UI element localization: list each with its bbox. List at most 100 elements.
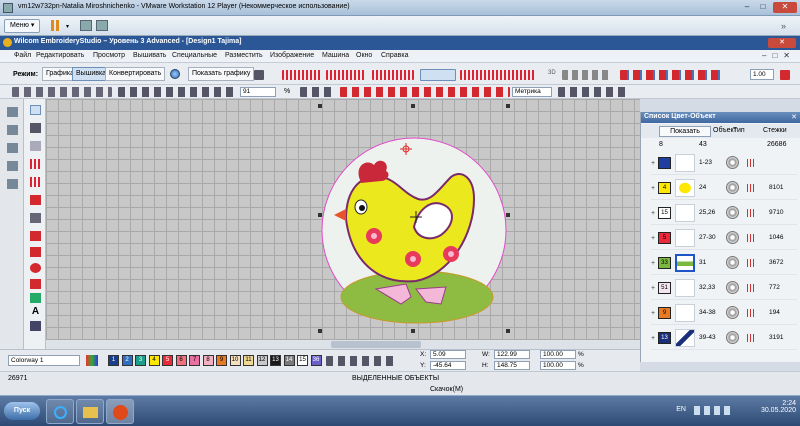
fill-stitch-icons[interactable] <box>372 70 414 80</box>
colorway-chip[interactable]: 15 <box>297 355 308 366</box>
color-swatch[interactable]: 51 <box>658 282 671 294</box>
color-object-row[interactable]: +4 24 8101 <box>651 177 797 200</box>
object-thumbnail[interactable] <box>675 254 695 272</box>
dock-tool-2-icon[interactable] <box>7 125 18 135</box>
horizontal-scrollbar[interactable] <box>46 340 640 349</box>
h-field[interactable]: 148.75 <box>494 361 530 370</box>
units-select[interactable]: Метрика <box>512 87 552 97</box>
color-object-row[interactable]: +13 39-43 3191 <box>651 327 797 350</box>
color-object-row[interactable]: +51 32,33 772 <box>651 277 797 300</box>
color-object-row[interactable]: +15 25,26 9710 <box>651 202 797 225</box>
object-thumbnail[interactable] <box>675 154 695 172</box>
dock-tool-1-icon[interactable] <box>7 107 18 117</box>
reshape-icon[interactable] <box>30 123 41 133</box>
show-button[interactable]: Показать <box>659 126 711 137</box>
colorway-chip[interactable]: 4 <box>148 355 160 366</box>
run-tool-icon[interactable] <box>30 177 41 187</box>
circle-tool-icon[interactable] <box>30 263 41 273</box>
effects-icons[interactable] <box>460 70 536 80</box>
color-object-row[interactable]: +1-23 <box>651 152 797 175</box>
shape-tool-icon[interactable] <box>30 213 41 223</box>
colorway-chip[interactable]: 13 <box>270 355 281 366</box>
expand-icon[interactable]: + <box>651 335 655 342</box>
expand-icon[interactable]: + <box>651 235 655 242</box>
y-field[interactable]: -45.64 <box>430 361 466 370</box>
object-thumbnail[interactable] <box>675 304 695 322</box>
menu-edit[interactable]: Редактировать <box>36 52 84 59</box>
language-indicator[interactable]: EN <box>676 406 686 413</box>
show-graphics-button[interactable]: Показать графику <box>188 67 255 81</box>
mdi-window-controls[interactable]: –□✕ <box>762 51 796 60</box>
clock[interactable]: 2:24 30.05.2020 <box>746 400 796 414</box>
object-thumbnail[interactable] <box>675 229 695 247</box>
pause-icon[interactable] <box>50 20 62 31</box>
digitize-tool-2-icon[interactable] <box>30 247 41 257</box>
zoom-field[interactable]: 91 <box>240 87 276 97</box>
display-icons[interactable] <box>340 87 510 97</box>
zoom-icons[interactable] <box>300 87 334 97</box>
menu-embroider[interactable]: Вышивать <box>133 52 166 59</box>
pause-dropdown-icon[interactable]: ▾ <box>66 23 69 30</box>
expand-icon[interactable]: + <box>651 260 655 267</box>
x-field[interactable]: 5.09 <box>430 350 466 359</box>
expand-icon[interactable]: + <box>651 210 655 217</box>
menu-machine[interactable]: Машина <box>322 52 349 59</box>
fill-tool-icon[interactable] <box>30 195 41 205</box>
minimize-icon[interactable]: – <box>740 2 754 13</box>
wilcom-app-icon[interactable] <box>106 399 134 424</box>
colorway-chip[interactable]: 1 <box>108 355 119 366</box>
colorway-chip[interactable]: 10 <box>229 355 241 366</box>
colorway-chip[interactable]: 8 <box>202 355 214 366</box>
design-canvas[interactable] <box>46 99 640 349</box>
color-object-row[interactable]: +5 27-30 1046 <box>651 227 797 250</box>
scale-field[interactable]: 1.00 <box>750 69 774 80</box>
ie-icon[interactable] <box>46 399 74 424</box>
colorway-chip[interactable]: 7 <box>189 355 200 366</box>
3d-icon[interactable]: 3D <box>548 70 556 76</box>
menu-file[interactable]: Файл <box>14 52 31 59</box>
colorway-tools-icons[interactable] <box>326 356 396 366</box>
scroll-thumb[interactable] <box>331 341 421 348</box>
color-swatch[interactable]: 33 <box>658 257 671 269</box>
dock-tool-3-icon[interactable] <box>7 143 18 153</box>
dock-tool-5-icon[interactable] <box>7 179 18 189</box>
edit-icons[interactable] <box>118 87 238 97</box>
colorway-chip[interactable]: 36 <box>310 355 322 366</box>
lettering-icon[interactable]: A <box>30 307 41 317</box>
color-swatch[interactable] <box>658 157 671 169</box>
satin-tool-icon[interactable] <box>30 159 41 169</box>
colorway-chip[interactable]: 11 <box>243 355 254 366</box>
menu-image[interactable]: Изображение <box>270 52 314 59</box>
view-icons[interactable] <box>562 70 612 80</box>
colorway-chip[interactable]: 9 <box>216 355 227 366</box>
colorway-chip[interactable]: 2 <box>121 355 133 366</box>
expand-icon[interactable]: + <box>651 185 655 192</box>
menu-help[interactable]: Справка <box>381 52 408 59</box>
menu-view[interactable]: Просмотр <box>93 52 125 59</box>
image-tool-icon[interactable] <box>30 293 41 303</box>
colorway-chip[interactable]: 14 <box>283 355 295 366</box>
grid-icons[interactable] <box>558 87 628 97</box>
colorway-select[interactable]: Colorway 1 <box>8 355 80 366</box>
panel-close-icon[interactable]: ✕ <box>791 113 797 121</box>
vm-fullscreen-icon[interactable] <box>96 20 108 31</box>
stitch-edit-icon[interactable] <box>30 141 41 151</box>
object-thumbnail[interactable] <box>675 179 695 197</box>
digitize-tool-1-icon[interactable] <box>30 231 41 241</box>
object-thumbnail[interactable] <box>675 204 695 222</box>
color-swatch[interactable]: 4 <box>658 182 671 194</box>
globe-icon[interactable] <box>170 69 180 79</box>
arrange-icons[interactable] <box>620 70 724 80</box>
w-field[interactable]: 122.99 <box>494 350 530 359</box>
maximize-icon[interactable]: □ <box>756 2 770 13</box>
scale-x-field[interactable]: 100.00 <box>540 350 576 359</box>
explorer-icon[interactable] <box>76 399 104 424</box>
embroidery-design[interactable] <box>46 99 640 349</box>
monogram-icon[interactable] <box>30 321 41 331</box>
satin-stitch-icons[interactable] <box>282 70 322 80</box>
expand-icon[interactable]: + <box>651 285 655 292</box>
color-swatch[interactable]: 15 <box>658 207 671 219</box>
selected-stitch-icons[interactable] <box>420 69 456 81</box>
file-icons[interactable] <box>12 87 112 97</box>
dock-tool-4-icon[interactable] <box>7 161 18 171</box>
